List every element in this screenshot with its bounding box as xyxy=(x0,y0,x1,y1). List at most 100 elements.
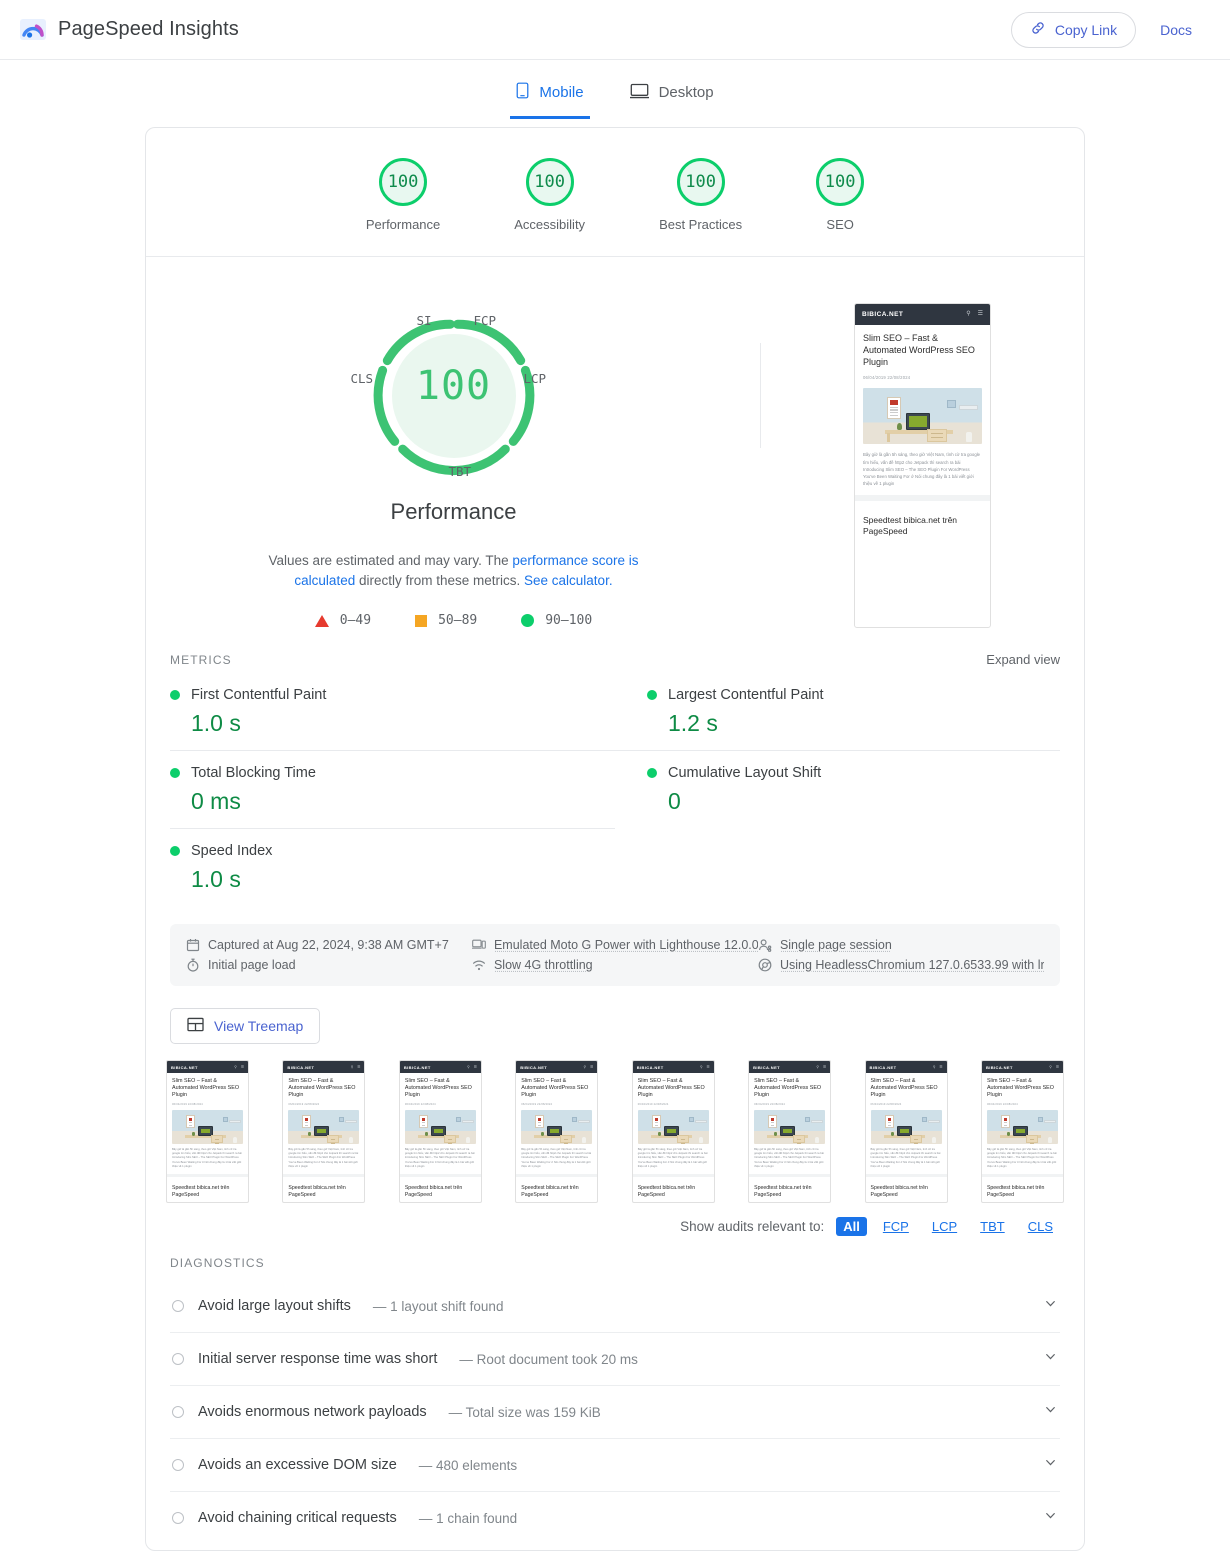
thumb-site-header: BIBICA.NET ⚲ ☰ xyxy=(167,1061,248,1073)
audit-chip-fcp[interactable]: FCP xyxy=(876,1217,916,1236)
chevron-down-icon[interactable] xyxy=(1043,1455,1058,1475)
status-circle-icon xyxy=(172,1300,184,1313)
brand: PageSpeed Insights xyxy=(20,17,239,43)
chevron-down-icon[interactable] xyxy=(1043,1349,1058,1369)
thumb-next-post-title: Speedtest bibica.net trên PageSpeed xyxy=(870,1184,928,1198)
category-performance[interactable]: 100 Performance xyxy=(366,158,440,232)
thumb-site-brand: BIBICA.NET xyxy=(636,1064,664,1070)
category-label: SEO xyxy=(826,217,854,232)
single-session-icon xyxy=(758,938,772,952)
docs-link[interactable]: Docs xyxy=(1150,16,1202,44)
diagnostic-row[interactable]: Avoids enormous network payloads — Total… xyxy=(170,1385,1060,1438)
audit-chip-cls[interactable]: CLS xyxy=(1021,1217,1060,1236)
chromium-icon xyxy=(758,958,772,972)
performance-overview: 100 SI FCP LCP CLS TBT Performance Value… xyxy=(146,257,1084,642)
filmstrip-frame[interactable]: BIBICA.NET ⚲ ☰ Slim SEO – Fast & Automat… xyxy=(282,1060,366,1204)
thumb-next-post-title: Speedtest bibica.net trên PageSpeed xyxy=(986,1184,1045,1198)
filmstrip-frame[interactable]: BIBICA.NET ⚲ ☰ Slim SEO – Fast & Automat… xyxy=(166,1060,249,1204)
plant xyxy=(890,1131,894,1136)
diagnostic-row[interactable]: Avoid large layout shifts — 1 layout shi… xyxy=(170,1280,1060,1332)
env-initial-page-load: Initial page load xyxy=(186,955,472,975)
category-seo[interactable]: 100 SEO xyxy=(816,158,865,232)
thumb-site-header: BIBICA.NET ⚲ ☰ xyxy=(865,1061,947,1073)
category-score-row: 100 Performance 100 Accessibility 100 Be… xyxy=(146,128,1084,257)
audit-chip-tbt[interactable]: TBT xyxy=(973,1217,1012,1236)
cabinet xyxy=(927,429,947,443)
vertical-divider xyxy=(760,343,761,448)
category-score-gauge: 100 xyxy=(379,158,428,206)
thumb-site-brand: BIBICA.NET xyxy=(171,1064,198,1070)
metric-label: Largest Contentful Paint xyxy=(668,687,824,703)
metric-first-contentful-paint[interactable]: First Contentful Paint 1.0 s xyxy=(170,673,615,751)
wall-shelf xyxy=(959,405,978,411)
thumb-post-excerpt: Bây giờ là gần 5h sáng, theo giờ Việt Na… xyxy=(288,1147,359,1169)
diagnostic-detail: — 480 elements xyxy=(418,1457,518,1473)
status-dot-pass xyxy=(647,768,657,778)
filmstrip-frame[interactable]: BIBICA.NET ⚲ ☰ Slim SEO – Fast & Automat… xyxy=(515,1060,599,1204)
env-text: Captured at Aug 22, 2024, 9:38 AM GMT+7 xyxy=(208,938,449,952)
category-score-gauge: 100 xyxy=(816,158,865,206)
diagnostic-row[interactable]: Avoid chaining critical requests — 1 cha… xyxy=(170,1491,1060,1544)
mobile-phone-icon xyxy=(516,82,529,103)
hamburger-menu-icon: ☰ xyxy=(822,1065,827,1069)
diagnostic-row[interactable]: Initial server response time was short —… xyxy=(170,1332,1060,1385)
status-dot-pass xyxy=(170,846,180,856)
metric-total-blocking-time[interactable]: Total Blocking Time 0 ms xyxy=(170,751,615,829)
view-treemap-button[interactable]: View Treemap xyxy=(170,1008,321,1044)
thumb-site-body: Slim SEO – Fast & Automated WordPress SE… xyxy=(283,1073,365,1181)
metric-largest-contentful-paint[interactable]: Largest Contentful Paint 1.2 s xyxy=(615,673,1060,751)
diagnostic-title: Avoid large layout shifts xyxy=(198,1298,351,1315)
metric-speed-index[interactable]: Speed Index 1.0 s xyxy=(170,829,615,906)
filmstrip-frame[interactable]: BIBICA.NET ⚲ ☰ Slim SEO – Fast & Automat… xyxy=(748,1060,832,1204)
thumb-post-excerpt: Bây giờ là gần 5h sáng, theo giờ Việt Na… xyxy=(521,1147,592,1169)
filmstrip-frame[interactable]: BIBICA.NET ⚲ ☰ Slim SEO – Fast & Automat… xyxy=(398,1060,482,1204)
chevron-down-icon[interactable] xyxy=(1043,1296,1058,1316)
thumb-next-post-title: Speedtest bibica.net trên PageSpeed xyxy=(172,1184,230,1198)
filmstrip-frame[interactable]: BIBICA.NET ⚲ ☰ Slim SEO – Fast & Automat… xyxy=(864,1060,948,1204)
category-best-practices[interactable]: 100 Best Practices xyxy=(659,158,742,232)
note-prefix: Values are estimated and may vary. The xyxy=(268,553,513,568)
status-circle-icon xyxy=(172,1353,184,1366)
env-text[interactable]: Emulated Moto G Power with Lighthouse 12… xyxy=(494,938,758,952)
tab-mobile[interactable]: Mobile xyxy=(510,76,590,119)
chevron-down-icon[interactable] xyxy=(1043,1508,1058,1528)
audit-chip-lcp[interactable]: LCP xyxy=(925,1217,964,1236)
filmstrip-frame[interactable]: BIBICA.NET ⚲ ☰ Slim SEO – Fast & Automat… xyxy=(631,1060,715,1204)
metric-label: Speed Index xyxy=(191,843,273,859)
category-score-gauge: 100 xyxy=(525,158,574,206)
thumb-header-icons: ⚲ ☰ xyxy=(584,1065,594,1069)
env-text[interactable]: Slow 4G throttling xyxy=(494,958,593,972)
thumb-separator xyxy=(855,494,990,501)
legend-range: 90–100 xyxy=(545,613,593,628)
chevron-down-icon[interactable] xyxy=(1043,1402,1058,1422)
wall-poster xyxy=(651,1114,661,1129)
diagnostic-row[interactable]: Avoids an excessive DOM size — 480 eleme… xyxy=(170,1438,1060,1491)
env-text[interactable]: Single page session xyxy=(780,938,892,952)
diagnostic-detail: — Total size was 159 KiB xyxy=(448,1404,601,1420)
hamburger-menu-icon: ☰ xyxy=(473,1065,477,1069)
metric-value: 1.0 s xyxy=(191,866,241,892)
tab-desktop[interactable]: Desktop xyxy=(624,76,720,119)
legend-range: 50–89 xyxy=(438,613,478,628)
metric-cumulative-layout-shift[interactable]: Cumulative Layout Shift 0 xyxy=(615,751,1060,829)
env-text[interactable]: Using HeadlessChromium 127.0.6533.99 wit… xyxy=(780,958,1044,972)
env-user-agent: Using HeadlessChromium 127.0.6533.99 wit… xyxy=(758,955,1044,975)
thumb-site-brand: BIBICA.NET xyxy=(869,1064,897,1070)
vase xyxy=(931,1136,936,1143)
status-dot-pass xyxy=(170,690,180,700)
copy-link-button[interactable]: Copy Link xyxy=(1010,11,1137,48)
expand-view-button[interactable]: Expand view xyxy=(986,652,1060,667)
status-circle-icon xyxy=(172,1406,184,1419)
wall-poster xyxy=(186,1114,195,1129)
see-calculator-link[interactable]: See calculator. xyxy=(524,573,613,588)
category-score-gauge: 100 xyxy=(676,158,725,206)
category-accessibility[interactable]: 100 Accessibility xyxy=(514,158,585,232)
tab-mobile-label: Mobile xyxy=(539,84,584,101)
performance-note: Values are estimated and may vary. The p… xyxy=(254,551,654,591)
filmstrip-frame[interactable]: BIBICA.NET ⚲ ☰ Slim SEO – Fast & Automat… xyxy=(980,1060,1064,1204)
audit-chip-all[interactable]: All xyxy=(836,1217,867,1237)
vase xyxy=(1047,1136,1052,1143)
thumb-post-meta: 06/04/2019 22/08/2024 xyxy=(288,1102,320,1106)
thumb-post-meta: 06/04/2019 22/08/2024 xyxy=(863,375,911,381)
metric-value: 1.2 s xyxy=(668,710,718,736)
